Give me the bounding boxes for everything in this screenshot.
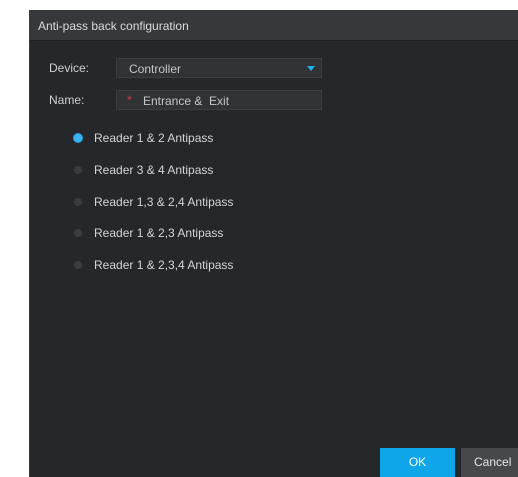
radio-option-reader-1-234[interactable]: Reader 1 & 2,3,4 Antipass	[70, 256, 330, 274]
device-value: Controller	[129, 62, 182, 76]
radio-option-reader-3-4[interactable]: Reader 3 & 4 Antipass	[70, 161, 330, 179]
name-label: Name:	[49, 93, 85, 107]
anti-pass-back-dialog: Anti-pass back configuration Device: Con…	[29, 10, 518, 477]
radio-label: Reader 1 & 2,3 Antipass	[94, 226, 224, 240]
radio-option-reader-1-2[interactable]: Reader 1 & 2 Antipass	[70, 129, 330, 147]
radio-label: Reader 1 & 2 Antipass	[94, 131, 214, 145]
name-input[interactable]: * Entrance & Exit	[116, 90, 322, 110]
device-select[interactable]: Controller	[116, 58, 322, 78]
radio-unselected-icon[interactable]	[74, 229, 82, 237]
dialog-title: Anti-pass back configuration	[38, 19, 189, 33]
radio-option-reader-1-23[interactable]: Reader 1 & 2,3 Antipass	[70, 224, 330, 242]
device-label: Device:	[49, 61, 90, 75]
radio-label: Reader 1,3 & 2,4 Antipass	[94, 195, 234, 209]
radio-unselected-icon[interactable]	[74, 198, 82, 206]
radio-label: Reader 3 & 4 Antipass	[94, 163, 214, 177]
radio-option-reader-13-24[interactable]: Reader 1,3 & 2,4 Antipass	[70, 193, 330, 211]
cancel-button[interactable]: Cancel	[461, 448, 518, 477]
radio-label: Reader 1 & 2,3,4 Antipass	[94, 258, 234, 272]
required-mark: *	[127, 93, 132, 107]
name-value: Entrance & Exit	[143, 94, 230, 108]
dialog-title-bar: Anti-pass back configuration	[30, 10, 518, 41]
radio-unselected-icon[interactable]	[74, 261, 82, 269]
ok-button[interactable]: OK	[380, 448, 455, 477]
radio-selected-icon[interactable]	[74, 134, 82, 142]
radio-unselected-icon[interactable]	[74, 166, 82, 174]
chevron-down-icon[interactable]	[307, 66, 315, 71]
